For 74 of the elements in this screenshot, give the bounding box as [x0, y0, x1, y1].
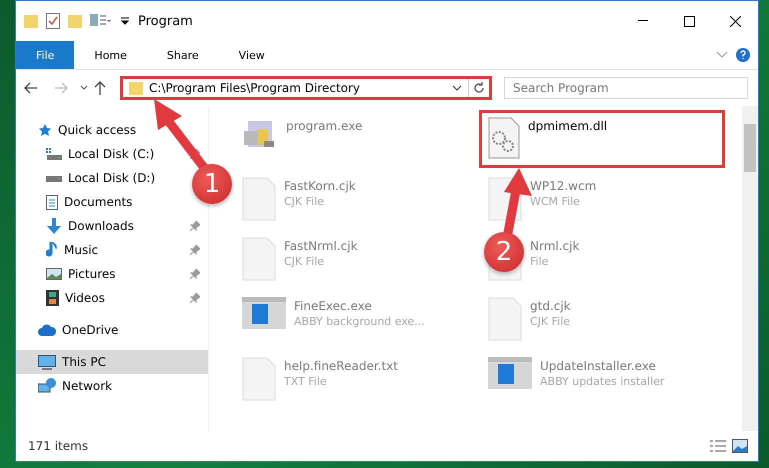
details-view-icon[interactable]: [710, 439, 726, 453]
sidebar-item[interactable]: Local Disk (C:): [16, 142, 208, 166]
window-title: Program: [138, 14, 193, 28]
pin-icon[interactable]: [190, 293, 200, 303]
film-icon: [46, 290, 59, 306]
search-field[interactable]: Search Program: [504, 77, 748, 99]
file-type: WCM File: [530, 195, 581, 208]
file-name[interactable]: FineExec.exe: [294, 299, 425, 313]
ribbon-tab[interactable]: Home: [74, 41, 147, 69]
file-name[interactable]: FastNrml.cjk: [284, 239, 358, 253]
thumbnail-view-icon[interactable]: [732, 439, 748, 453]
star-icon: [38, 123, 52, 137]
maximize-icon: [684, 16, 694, 26]
folder-icon: [129, 81, 143, 95]
file-name[interactable]: Nrml.cjk: [530, 239, 580, 253]
network-icon: [38, 378, 56, 394]
pin-icon[interactable]: [190, 245, 200, 255]
sidebar-item[interactable]: OneDrive: [16, 318, 208, 342]
checklist-icon[interactable]: [46, 13, 60, 29]
file-icon: [242, 237, 276, 281]
file-icon: [242, 177, 276, 221]
file-name[interactable]: program.exe: [286, 119, 362, 133]
file-type: File: [530, 255, 550, 268]
drive-icon: [46, 174, 62, 182]
music-note-icon: [46, 242, 58, 258]
minimize-icon: [638, 20, 648, 22]
file-type: TXT File: [284, 375, 328, 388]
file-name[interactable]: gtd.cjk: [530, 299, 571, 313]
document-icon: [46, 194, 58, 210]
program-window-icon: [242, 297, 286, 329]
pin-icon[interactable]: [190, 149, 200, 159]
item-count: 171 items: [28, 439, 88, 453]
cloud-icon: [38, 324, 56, 336]
sidebar-item[interactable]: Local Disk (D:): [16, 166, 164, 190]
sidebar-item[interactable]: Music: [16, 238, 208, 262]
up-arrow-icon[interactable]: [94, 81, 106, 95]
sidebar-item[interactable]: Videos: [16, 286, 208, 310]
file-name[interactable]: UpdateInstaller.exe: [540, 359, 664, 373]
close-icon: [730, 16, 740, 26]
ribbon-tab[interactable]: View: [218, 41, 285, 69]
file-type: CJK File: [284, 255, 326, 268]
file-type: ABBY updates installer: [540, 375, 664, 388]
dropdown-icon[interactable]: [120, 16, 130, 26]
file-icon: [488, 297, 522, 341]
program-window-icon: [488, 357, 532, 389]
file-item[interactable]: dpmimem.dll: [479, 110, 725, 168]
sidebar-item[interactable]: Network: [16, 374, 208, 398]
gear-file-icon: [488, 117, 520, 159]
pin-icon[interactable]: [190, 269, 200, 279]
file-name[interactable]: WP12.wcm: [530, 179, 596, 193]
sidebar-item[interactable]: Pictures: [16, 262, 208, 286]
sidebar-item[interactable]: Downloads: [16, 214, 208, 238]
sidebar-item[interactable]: This PC: [16, 350, 208, 374]
monitor-icon: [38, 354, 56, 370]
pin-icon[interactable]: [190, 221, 200, 231]
file-type: ABBY background exe...: [294, 315, 425, 328]
properties-icon[interactable]: [90, 14, 112, 28]
file-icon: [242, 357, 276, 401]
file-name[interactable]: help.fineReader.txt: [284, 359, 398, 373]
address-bar[interactable]: C:\Program Files\Program Directory: [120, 76, 492, 100]
file-type: CJK File: [284, 195, 326, 208]
ribbon-tab[interactable]: Share: [146, 41, 219, 69]
chevron-down-icon[interactable]: [80, 85, 88, 91]
drive-icon: [46, 148, 62, 160]
picture-icon: [46, 268, 62, 280]
back-arrow-icon[interactable]: [24, 82, 38, 94]
sidebar-item[interactable]: Documents: [16, 190, 140, 214]
sidebar-item[interactable]: Quick access: [16, 118, 208, 142]
scrollbar[interactable]: [742, 106, 758, 431]
download-arrow-icon: [46, 218, 62, 234]
ribbon-tab[interactable]: File: [16, 41, 74, 69]
file-type: CJK File: [530, 315, 571, 328]
file-name[interactable]: FastKorn.cjk: [284, 179, 356, 193]
chevron-down-icon[interactable]: [452, 85, 462, 91]
